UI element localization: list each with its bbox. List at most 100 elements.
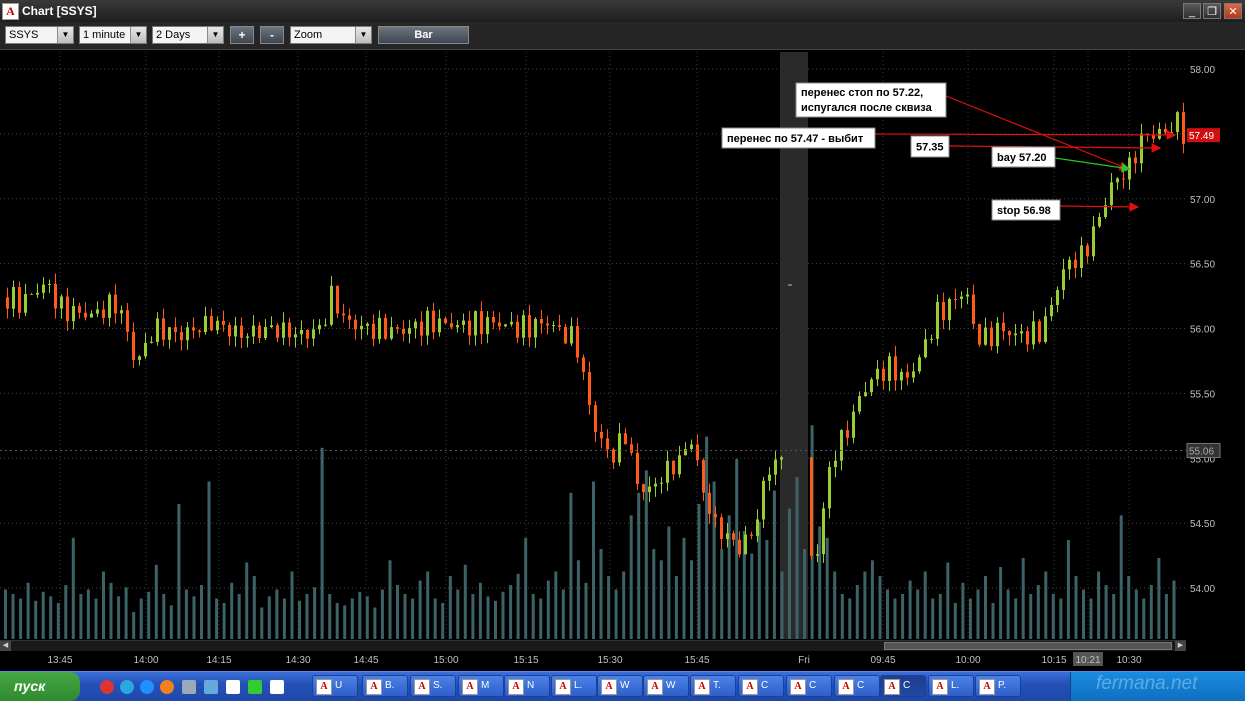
ie-icon[interactable] [140,680,154,694]
desktop-icon[interactable] [182,680,196,694]
app-logo-icon: A [555,679,571,695]
zoom-out-button[interactable]: - [260,26,284,44]
candle-body [126,310,129,332]
taskbar-window-button[interactable]: AM [458,675,504,697]
volume-bar [71,537,75,639]
scroll-right-icon[interactable]: ▶ [1175,641,1186,651]
volume-bar [109,582,113,639]
candle-body [642,484,645,493]
volume-bar [968,598,972,639]
taskbar-window-button[interactable]: A T. [690,675,736,697]
watermark: fermana.net [1096,673,1198,694]
taskbar-window-button[interactable]: AW [597,675,643,697]
candle-body [48,283,51,285]
close-button[interactable]: ✕ [1224,3,1242,19]
price-tick-label: 56.50 [1190,260,1215,271]
volume-bar [34,600,38,639]
candle-body [570,326,573,344]
volume-bar [516,573,520,639]
chart-style-button[interactable]: Bar [378,26,469,44]
candle-body [618,433,621,463]
volume-bar [343,605,347,639]
app-logo-icon: A [647,679,663,695]
time-axis: 13:45 14:00 14:15 14:30 14:45 15:00 15:15 15:30… [0,651,1186,669]
taskbar-window-button[interactable]: AC [738,675,784,697]
zoom-mode-select[interactable]: Zoom ▼ [290,26,372,44]
candle-body [1068,259,1071,270]
volume-bar [117,596,121,639]
period-select[interactable]: 2 Days ▼ [152,26,224,44]
candle-body [948,298,951,321]
candle-body [282,322,285,338]
taskbar-window-button[interactable]: AU [312,675,358,697]
os-taskbar: пуск A U A B. A S. A M A N A L. A W A W A T. A C A C A C A C A L. A P… [0,671,1245,701]
taskbar-window-button[interactable]: A P. [975,675,1021,697]
taskbar-window-button[interactable]: AW [643,675,689,697]
candle-body [720,517,723,539]
skype-icon[interactable] [120,680,134,694]
candle-body [582,357,585,372]
volume-bar [803,549,807,639]
maximize-button[interactable]: ❐ [1203,3,1221,19]
chevron-down-icon[interactable]: ▼ [355,27,371,43]
candle-body [810,457,813,556]
candle-body [966,294,969,297]
zoom-in-button[interactable]: + [230,26,254,44]
volume-bar [1149,585,1153,639]
volume-bar [1157,558,1161,639]
candle-body [942,301,945,321]
volume-bar [938,594,942,639]
candle-body [1080,245,1083,269]
firefox-icon[interactable] [160,680,174,694]
taskbar-window-button[interactable]: AC [786,675,832,697]
volume-bar [644,470,648,639]
volume-bar [358,591,362,639]
taskbar-window-button[interactable]: AN [504,675,550,697]
opera-icon[interactable] [100,680,114,694]
taskbar-window-button[interactable]: AC [880,675,926,697]
volume-bar [1112,594,1116,639]
window-title: Chart [SSYS] [22,4,97,18]
start-button[interactable]: пуск [0,672,80,701]
volume-bar [1059,598,1063,639]
volume-bar [222,603,226,639]
volume-bar [162,594,166,639]
taskbar-window-button[interactable]: A S. [410,675,456,697]
candle-body [726,533,729,539]
app-logo-icon[interactable] [270,680,284,694]
candle-body [990,327,993,347]
volume-bar [328,594,332,639]
candle-body [492,317,495,323]
interval-select[interactable]: 1 minute ▼ [79,26,147,44]
chevron-down-icon[interactable]: ▼ [207,27,223,43]
taskbar-window-button[interactable]: A B. [362,675,408,697]
chevron-down-icon[interactable]: ▼ [130,27,146,43]
candle-body [336,285,339,314]
candle-body [1164,128,1167,133]
candle-body [738,539,741,555]
volume-bar [184,589,188,639]
chevron-down-icon[interactable]: ▼ [57,27,73,43]
taskbar-window-label: N [527,680,535,691]
price-chart[interactable]: перенес стоп по 57.22, испугался после ск… [0,52,1186,639]
candle-body [534,318,537,338]
taskbar-window-button[interactable]: AC [834,675,880,697]
explorer-icon[interactable] [204,680,218,694]
candle-body [912,371,915,378]
symbol-select[interactable]: SSYS ▼ [5,26,74,44]
green-app-icon[interactable] [248,680,262,694]
volume-bar [64,585,68,639]
app-logo-icon[interactable] [226,680,240,694]
volume-bar [49,596,53,639]
annotation-text: перенес стоп по 57.22, [801,87,923,99]
minimize-button[interactable]: _ [1183,3,1201,19]
volume-bar [275,589,279,639]
scroll-thumb[interactable] [884,642,1172,650]
volume-bar [147,591,151,639]
volume-bar [923,571,927,639]
scroll-left-icon[interactable]: ◀ [0,641,11,651]
taskbar-window-button[interactable]: A L. [928,675,974,697]
taskbar-window-button[interactable]: A L. [551,675,597,697]
candle-body [408,328,411,334]
taskbar-window-label: W [620,680,630,691]
